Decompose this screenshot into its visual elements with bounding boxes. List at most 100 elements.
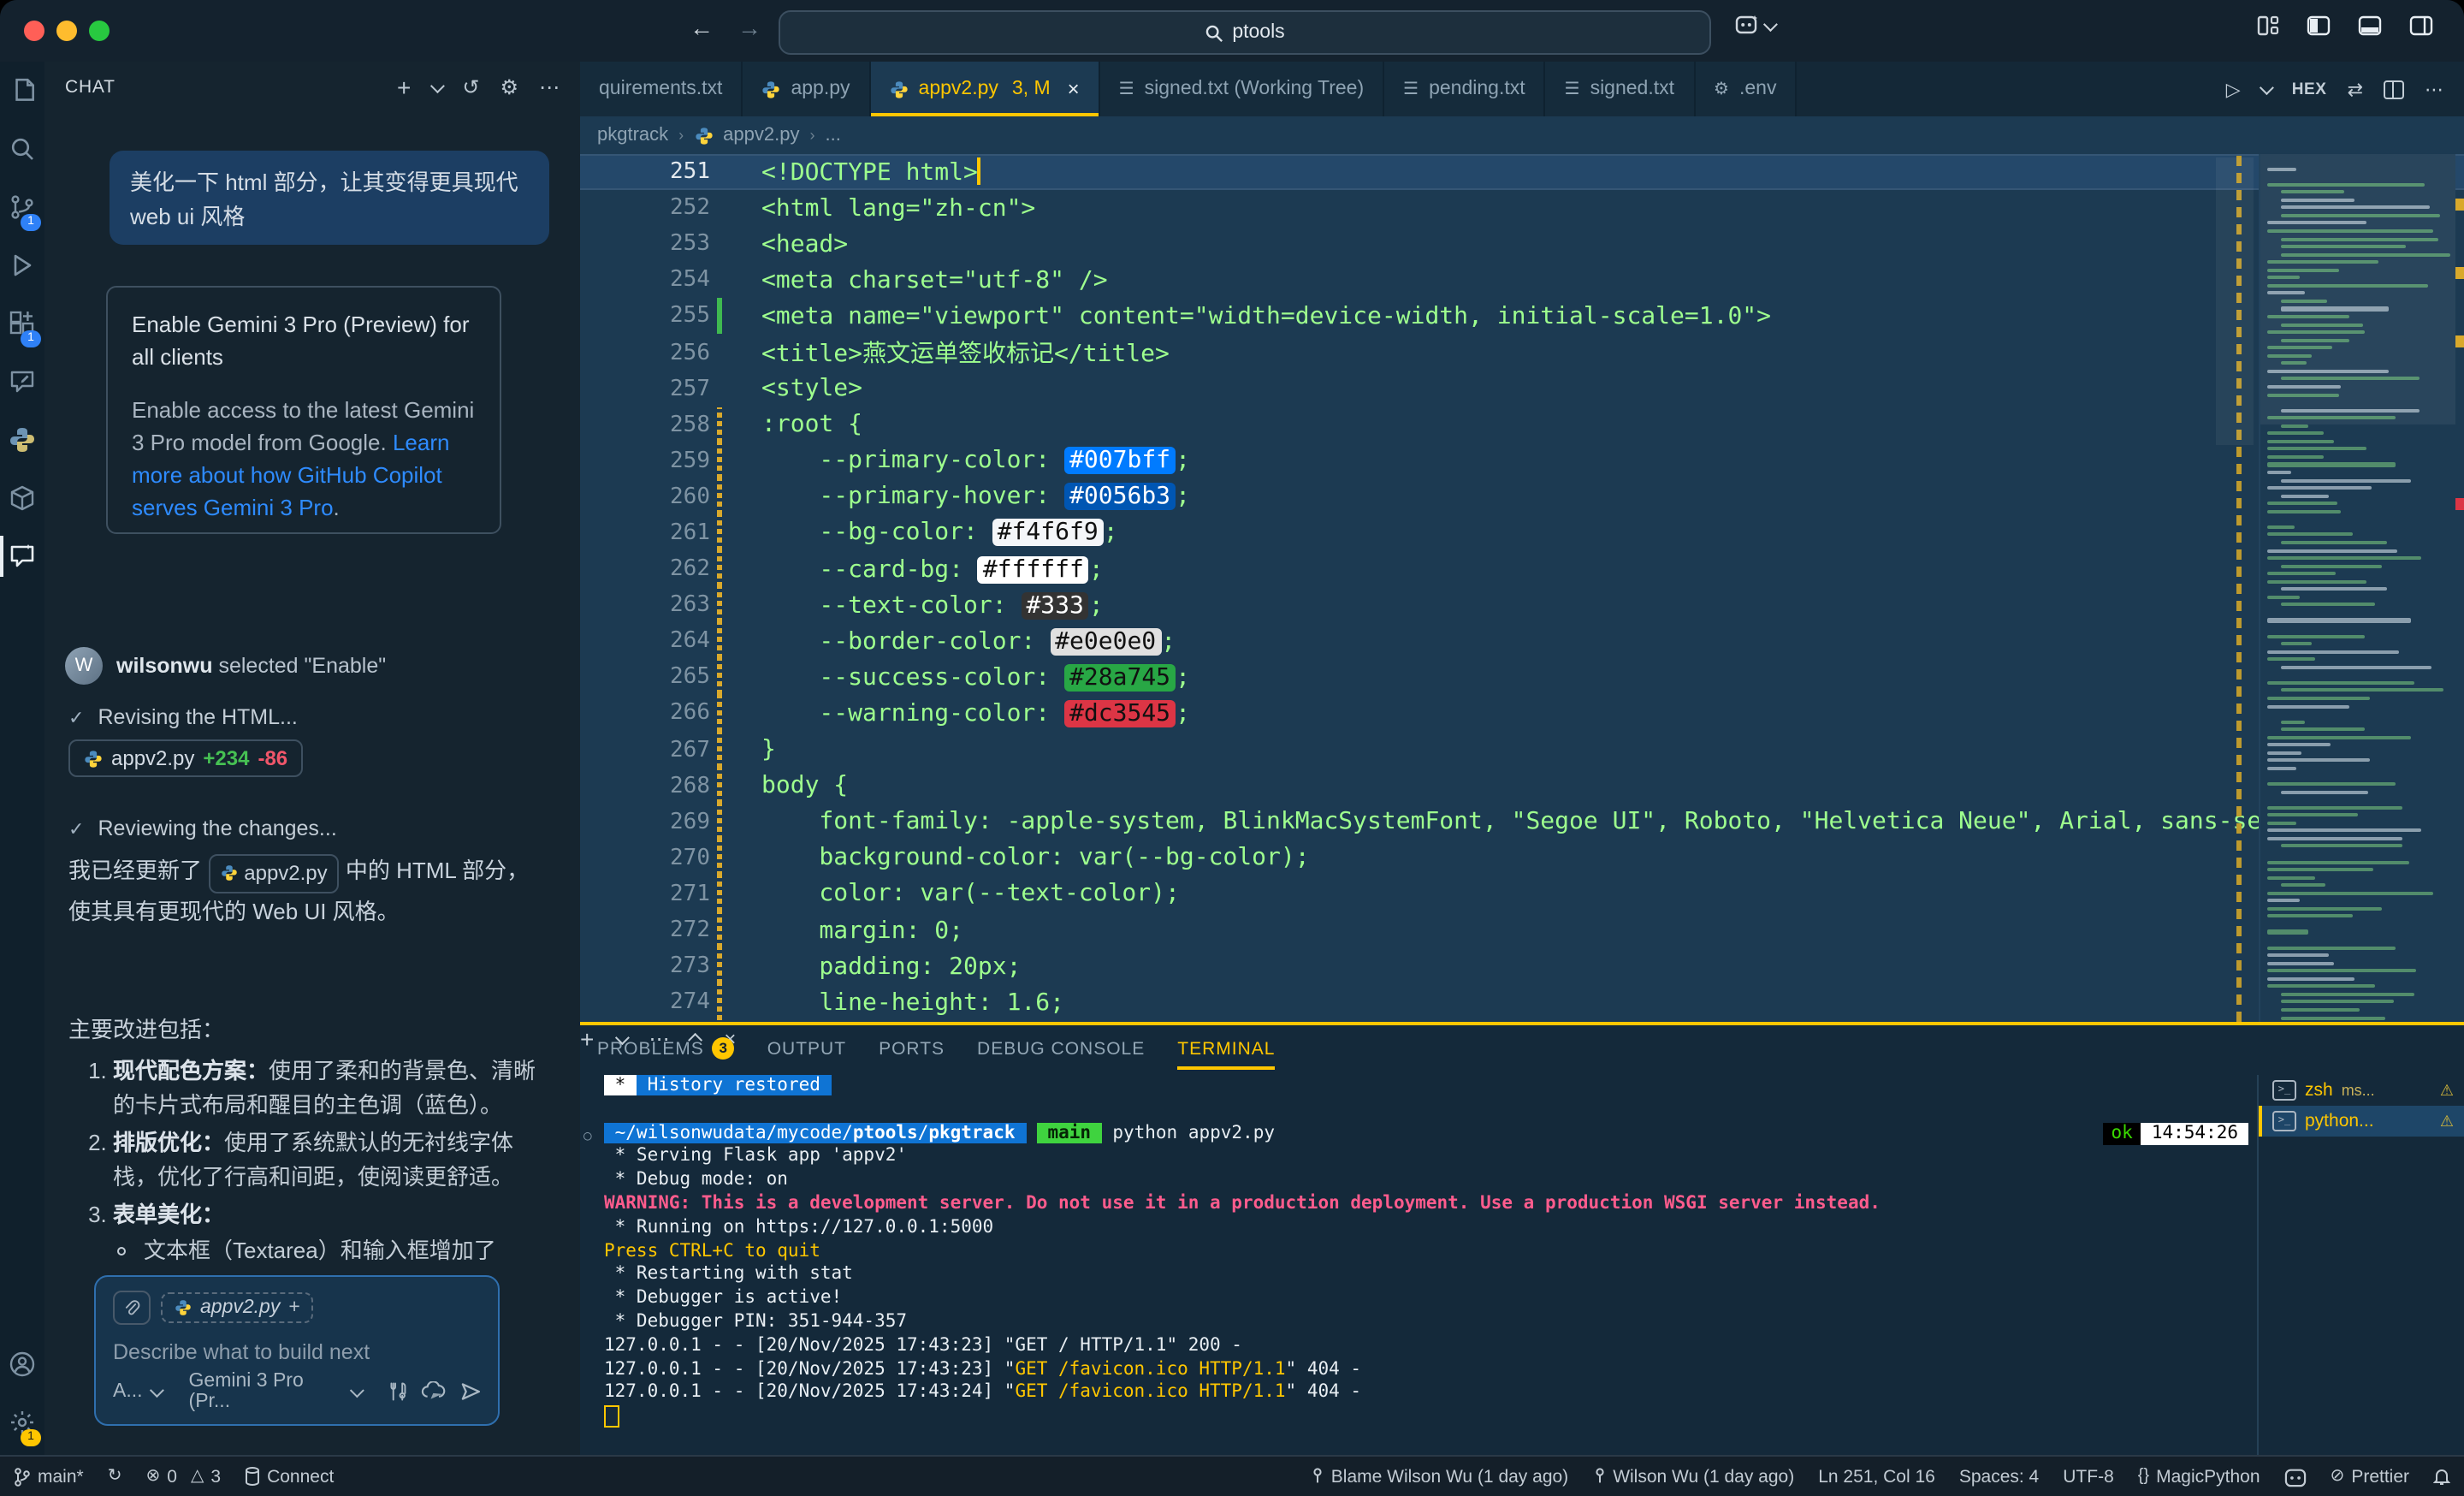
- problems-indicator[interactable]: ⊗0 △3: [146, 1466, 222, 1487]
- activity-python-icon[interactable]: [0, 411, 44, 469]
- minimap[interactable]: [2259, 154, 2455, 1022]
- breadcrumb-file[interactable]: appv2.py: [723, 125, 799, 145]
- copilot-status[interactable]: [2284, 1466, 2307, 1487]
- code-line: 254<meta charset="utf-8" />: [580, 263, 2464, 299]
- branch-indicator[interactable]: main*: [14, 1466, 84, 1487]
- code-line: 265 --success-color: #28a745;: [580, 660, 2464, 696]
- close-tab-icon[interactable]: ×: [1068, 77, 1080, 101]
- cloud-send-icon[interactable]: [422, 1381, 447, 1402]
- tab--env[interactable]: ⚙.env: [1695, 62, 1797, 116]
- open-changes-icon[interactable]: ⇄: [2348, 78, 2363, 100]
- tab-quirements-txt[interactable]: quirements.txt: [580, 62, 743, 116]
- customize-layout-icon[interactable]: [2257, 15, 2279, 36]
- model-picker-dropdown[interactable]: Gemini 3 Pro (Pr...: [189, 1371, 361, 1412]
- prettier-status[interactable]: ⊘Prettier: [2331, 1466, 2409, 1487]
- terminal[interactable]: * History restored ○ ~/wilsonwudata/myco…: [580, 1075, 2255, 1455]
- panel-tab-ports[interactable]: PORTS: [879, 1038, 945, 1059]
- chat-input-placeholder[interactable]: Describe what to build next: [113, 1340, 481, 1364]
- terminal-session-python[interactable]: >_python...⚠: [2259, 1106, 2464, 1137]
- code-line: 251<!DOCTYPE html>: [580, 154, 2464, 190]
- code-editor[interactable]: 251<!DOCTYPE html>252<html lang="zh-cn">…: [580, 154, 2464, 1022]
- new-chat-dropdown-icon[interactable]: [430, 79, 445, 93]
- breadcrumb-symbol[interactable]: ...: [825, 125, 840, 145]
- close-window-button[interactable]: [24, 21, 44, 41]
- code-line: 260 --primary-hover: #0056b3;: [580, 479, 2464, 515]
- python-icon: [84, 749, 103, 768]
- activity-run-debug-icon[interactable]: [0, 236, 44, 294]
- tab-app-py[interactable]: app.py: [743, 62, 870, 116]
- code-line: 264 --border-color: #e0e0e0;: [580, 623, 2464, 659]
- activity-search-icon[interactable]: [0, 120, 44, 178]
- panel-tab-terminal[interactable]: TERMINAL: [1177, 1038, 1275, 1059]
- changed-file-chip[interactable]: appv2.py +234 -86: [68, 739, 303, 777]
- chat-more-actions-icon[interactable]: ⋯: [539, 75, 560, 99]
- toggle-primary-sidebar-icon[interactable]: [2307, 15, 2331, 36]
- cursor-position[interactable]: Ln 251, Col 16: [1818, 1466, 1935, 1487]
- encoding-indicator[interactable]: UTF-8: [2063, 1466, 2114, 1487]
- minimize-window-button[interactable]: [56, 21, 77, 41]
- terminal-session-zsh[interactable]: >_zshms...⚠: [2259, 1075, 2464, 1106]
- blame-indicator[interactable]: Blame Wilson Wu (1 day ago): [1311, 1466, 1568, 1487]
- command-decoration[interactable]: ○: [583, 1124, 592, 1148]
- new-chat-button[interactable]: +: [397, 74, 411, 101]
- activity-source-control-icon[interactable]: 1: [0, 178, 44, 236]
- tab-pending-txt[interactable]: ☰pending.txt: [1384, 62, 1545, 116]
- agent-mode-dropdown[interactable]: A...: [113, 1381, 162, 1402]
- activity-settings-icon[interactable]: 1: [0, 1393, 44, 1451]
- activity-copilot-edits-icon[interactable]: [0, 353, 44, 411]
- chat-history-icon[interactable]: ↺: [462, 75, 479, 99]
- send-icon[interactable]: [459, 1381, 481, 1402]
- tab-appv2-py[interactable]: appv2.py3, M×: [871, 62, 1100, 116]
- language-mode[interactable]: {​}MagicPython: [2138, 1466, 2260, 1487]
- python-icon: [220, 864, 237, 882]
- breadcrumb-folder[interactable]: pkgtrack: [597, 125, 668, 145]
- toggle-panel-icon[interactable]: [2358, 15, 2382, 36]
- copilot-menu[interactable]: [1735, 14, 1774, 36]
- editor-more-actions-icon[interactable]: ⋯: [2425, 78, 2443, 100]
- tab-signed-txt-working-tree-[interactable]: ☰signed.txt (Working Tree): [1100, 62, 1384, 116]
- code-line: 258:root {: [580, 407, 2464, 442]
- author-indicator[interactable]: Wilson Wu (1 day ago): [1592, 1466, 1794, 1487]
- indentation-indicator[interactable]: Spaces: 4: [1959, 1466, 2039, 1487]
- tab-signed-txt[interactable]: ☰signed.txt: [1546, 62, 1695, 116]
- terminal-line: * Debugger is active!: [580, 1287, 2255, 1311]
- panel-tab-output[interactable]: OUTPUT: [767, 1038, 846, 1059]
- warning-icon: ⚠: [2440, 1081, 2454, 1100]
- add-attachment-icon[interactable]: +: [288, 1297, 299, 1318]
- attached-file-chip[interactable]: appv2.py +: [161, 1292, 314, 1323]
- breadcrumb[interactable]: pkgtrack › appv2.py › ...: [580, 116, 2464, 154]
- code-line: 252<html lang="zh-cn">: [580, 190, 2464, 226]
- toggle-secondary-sidebar-icon[interactable]: [2409, 15, 2433, 36]
- nav-forward-icon[interactable]: →: [737, 14, 761, 41]
- zoom-window-button[interactable]: [89, 21, 110, 41]
- hex-editor-button[interactable]: HEX: [2292, 80, 2327, 98]
- sync-changes-button[interactable]: ↻: [108, 1467, 122, 1486]
- db-connect-button[interactable]: Connect: [245, 1466, 334, 1487]
- chat-input-box[interactable]: appv2.py + Describe what to build next A…: [94, 1275, 500, 1426]
- minimap-slider[interactable]: [2260, 154, 2455, 424]
- inline-file-chip[interactable]: appv2.py: [208, 853, 339, 893]
- nav-back-icon[interactable]: ←: [690, 14, 714, 41]
- terminal-line: * Running on https://127.0.0.1:5000: [580, 1217, 2255, 1241]
- run-dropdown-icon[interactable]: [2260, 80, 2275, 95]
- editor-scrollbar[interactable]: [2216, 157, 2254, 445]
- tools-icon[interactable]: [388, 1381, 408, 1402]
- database-icon: [245, 1467, 260, 1486]
- split-editor-icon[interactable]: [2384, 80, 2404, 98]
- copilot-icon: [2284, 1466, 2307, 1487]
- activity-chat-icon[interactable]: [0, 527, 44, 585]
- panel-tab-debug-console[interactable]: DEBUG CONSOLE: [977, 1038, 1145, 1059]
- code-line: 269 font-family: -apple-system, BlinkMac…: [580, 804, 2464, 840]
- check-icon: ✓: [68, 817, 84, 840]
- command-center-search[interactable]: ptools: [779, 10, 1711, 55]
- color-swatch: #28a745: [1064, 664, 1176, 692]
- chat-settings-gear-icon[interactable]: ⚙: [500, 75, 518, 99]
- run-python-file-icon[interactable]: ▷: [2226, 78, 2241, 100]
- person-icon: [1311, 1467, 1324, 1486]
- activity-account-icon[interactable]: [0, 1335, 44, 1393]
- activity-explorer-icon[interactable]: [0, 62, 44, 120]
- notifications-bell[interactable]: [2433, 1467, 2450, 1486]
- activity-package-icon[interactable]: [0, 469, 44, 527]
- attach-context-button[interactable]: [113, 1291, 151, 1325]
- activity-extensions-icon[interactable]: 1: [0, 294, 44, 353]
